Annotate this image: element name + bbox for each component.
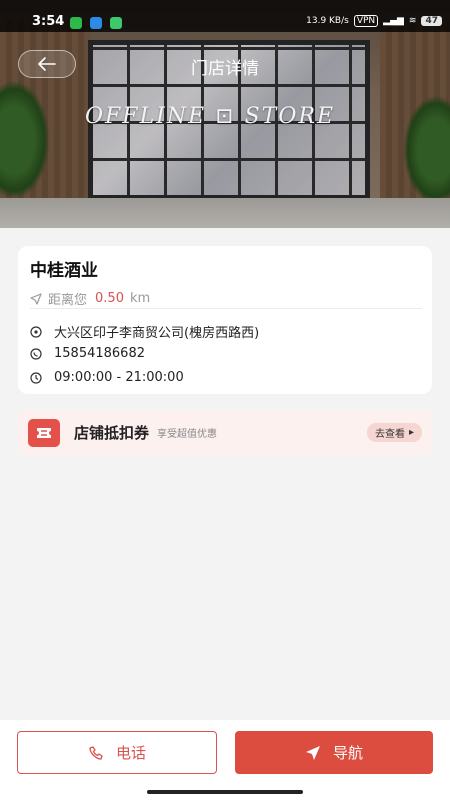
phone-handset-icon [89,745,103,760]
call-label: 电话 [115,744,146,762]
app-notification-icon [90,17,102,29]
bottom-action-bar: 电话 导航 [0,720,450,800]
navigation-arrow-icon [305,745,320,760]
coupon-banner[interactable]: 店铺抵扣券 享受超值优惠 去查看 ▸ [18,410,432,455]
status-icons: 13.9 KB/s VPN ▂▄▆ ≋ 47 [306,15,442,27]
signal-icon: ▂▄▆ [383,16,404,26]
page-title: 门店详情 [191,59,259,79]
network-speed: 13.9 KB/s [306,16,349,26]
triangle-right-icon: ▸ [408,427,414,438]
store-address: 大兴区印子李商贸公司(槐房西路西) [54,326,260,341]
store-sign: OFFLINE ⊡ STORE [85,104,335,129]
app-notification-icon [70,17,82,29]
distance-label: 距离您 [48,293,88,308]
store-front-image: OFFLINE ⊡ STORE [0,0,450,228]
vpn-badge: VPN [353,15,379,27]
divider [30,308,422,309]
hours-row: 09:00:00 - 21:00:00 [30,370,184,385]
app-notification-icon [110,17,122,29]
clock-icon [30,371,42,384]
distance-value: 0.50 [95,291,124,306]
location-pin-icon [30,325,42,338]
location-arrow-icon [30,292,42,305]
address-row[interactable]: 大兴区印子李商贸公司(槐房西路西) [30,322,259,341]
navigate-button[interactable]: 导航 [235,731,433,774]
view-coupon-label: 去查看 [374,429,405,440]
coupon-title: 店铺抵扣券 [74,424,150,442]
phone-row[interactable]: 15854186682 [30,346,145,361]
phone-icon [30,347,42,360]
distance-row: 距离您 0.50 km [30,289,420,308]
wifi-icon: ≋ [408,16,417,26]
status-bar: 3:54 13.9 KB/s VPN ▂▄▆ ≋ 47 [0,0,450,32]
store-phone: 15854186682 [54,346,145,361]
coupon-subtitle: 享受超值优惠 [157,429,218,440]
call-button[interactable]: 电话 [17,731,217,774]
store-hours: 09:00:00 - 21:00:00 [54,370,184,385]
status-time: 3:54 [32,14,65,29]
navigate-label: 导航 [332,744,363,762]
ticket-icon [28,418,60,447]
battery-icon: 47 [421,16,442,26]
view-coupon-button[interactable]: 去查看 ▸ [366,423,422,442]
store-info-card: 中桂酒业 距离您 0.50 km 大兴区印子李商贸公司(槐房西路西) 15854… [18,246,432,394]
home-indicator[interactable] [147,790,303,794]
store-name: 中桂酒业 [30,261,98,281]
distance-unit: km [129,291,151,306]
